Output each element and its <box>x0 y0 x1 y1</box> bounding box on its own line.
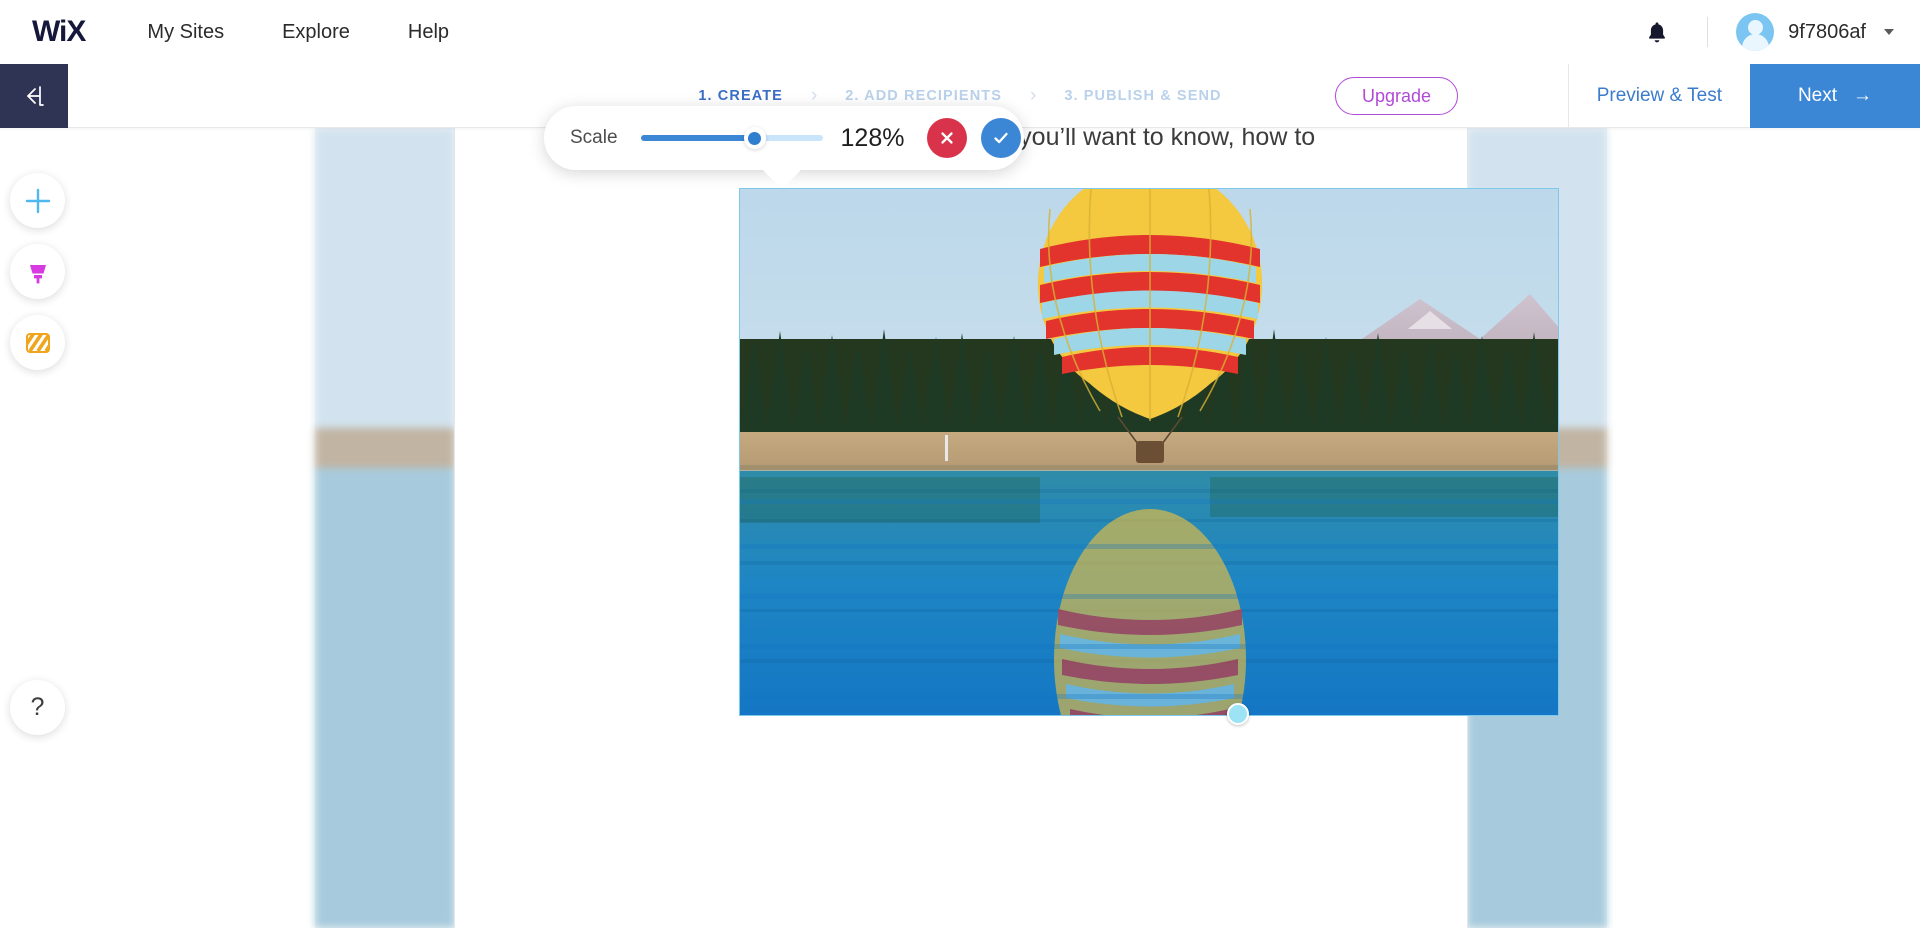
selected-image-frame[interactable] <box>739 188 1559 716</box>
backdrop-left-art <box>315 128 455 928</box>
wix-logo[interactable]: WiX <box>32 15 86 49</box>
scale-label: Scale <box>570 127 618 148</box>
cancel-button[interactable] <box>926 118 967 158</box>
avatar <box>1736 13 1775 51</box>
canvas-backdrop-left <box>315 128 455 928</box>
nav-item-help[interactable]: Help <box>408 21 449 44</box>
stripes-background-icon <box>25 332 50 353</box>
resize-handle-bottom[interactable] <box>1227 703 1249 725</box>
step-publish-send[interactable]: 3. PUBLISH & SEND <box>1064 88 1221 104</box>
scale-popup: Scale 128% <box>544 106 1024 170</box>
email-canvas: Every email has a story. Here’s what you… <box>90 128 1920 928</box>
step-add-recipients[interactable]: 2. ADD RECIPIENTS <box>845 88 1002 104</box>
top-bar-divider <box>1707 17 1709 47</box>
plus-icon <box>25 188 50 213</box>
step-create[interactable]: 1. CREATE <box>698 88 783 104</box>
email-sheet: Every email has a story. Here’s what you… <box>315 128 1607 928</box>
close-icon <box>940 132 953 144</box>
username: 9f7806af <box>1788 20 1866 43</box>
sidebar-item-design[interactable] <box>10 244 65 299</box>
help-icon: ? <box>30 693 45 721</box>
step-separator-1: › <box>810 84 818 106</box>
user-menu[interactable]: 9f7806af <box>1736 13 1894 51</box>
step-separator-2: › <box>1030 84 1037 106</box>
back-arrow-icon <box>27 85 44 106</box>
email-content-column: Every email has a story. Here’s what you… <box>454 128 1559 928</box>
balloon-photo <box>740 189 1558 715</box>
chevron-down-icon <box>1884 29 1894 35</box>
scale-value: 128% <box>840 123 905 152</box>
balloon-photo-art <box>740 189 1558 715</box>
arrow-right-icon: → <box>1853 85 1873 106</box>
top-bar-right: 9f7806af <box>1635 10 1894 54</box>
scale-slider-thumb[interactable] <box>743 127 766 149</box>
step-breadcrumb: 1. CREATE › 2. ADD RECIPIENTS › 3. PUBLI… <box>698 85 1221 107</box>
check-icon <box>993 132 1008 144</box>
back-button[interactable] <box>0 63 68 128</box>
paint-brush-icon <box>29 264 46 283</box>
next-button-label: Next <box>1797 85 1838 106</box>
notifications-button[interactable] <box>1635 10 1679 54</box>
sidebar-item-add[interactable] <box>10 173 65 228</box>
preview-and-test-button[interactable]: Preview & Test <box>1567 64 1750 128</box>
left-sidebar: ? <box>0 128 90 928</box>
top-nav: My Sites Explore Help <box>147 21 449 44</box>
nav-item-explore[interactable]: Explore <box>282 21 350 44</box>
scale-slider[interactable] <box>640 127 823 149</box>
scale-slider-fill <box>640 135 754 141</box>
nav-item-my-sites[interactable]: My Sites <box>147 21 224 44</box>
help-button[interactable]: ? <box>10 680 65 735</box>
upgrade-button[interactable]: Upgrade <box>1334 76 1458 115</box>
bell-icon <box>1649 22 1666 43</box>
top-bar: WiX My Sites Explore Help 9f7806af <box>0 0 1920 64</box>
sidebar-item-background[interactable] <box>10 315 65 370</box>
next-button[interactable]: Next → <box>1750 64 1920 128</box>
confirm-button[interactable] <box>980 118 1021 158</box>
